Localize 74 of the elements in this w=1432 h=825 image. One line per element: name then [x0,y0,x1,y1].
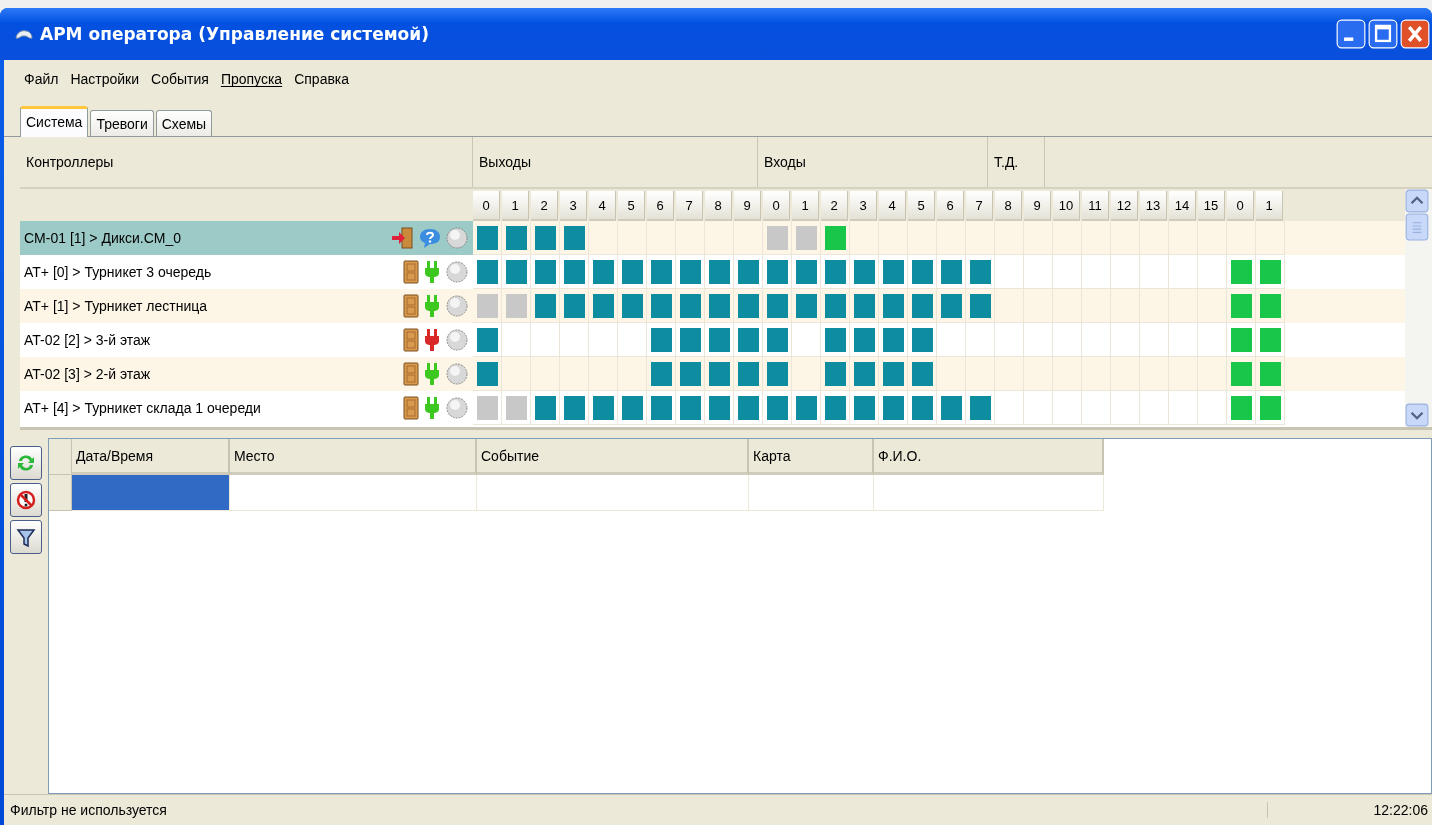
column-group-header: Выходы [473,137,758,187]
menu-item[interactable]: События [151,71,209,87]
column-group-header: Входы [758,137,988,187]
table-cell[interactable] [874,475,1104,511]
scroll-up-button[interactable] [1405,189,1429,213]
menu-item[interactable]: Настройки [70,71,140,87]
column-header: 0 [763,191,790,221]
column-header: 1 [1256,191,1283,221]
column-header: 8 [705,191,732,221]
controller-name[interactable]: AT+ [0] > Турникет 3 очередь [20,255,380,289]
column-header: 3 [850,191,877,221]
filter-button[interactable] [10,520,42,554]
tab[interactable]: Система [20,106,89,137]
column-header: 2 [821,191,848,221]
controller-name[interactable]: CM-01 [1] > Дикси.CM_0 [20,221,380,255]
column-header: 0 [1227,191,1254,221]
column-header: 8 [995,191,1022,221]
alarm-off-button[interactable] [10,483,42,517]
column-header: 11 [1082,191,1109,221]
column-header: 14 [1169,191,1196,221]
column-group-header: Контроллеры [20,137,473,187]
table-cell[interactable] [749,475,874,511]
table-cell[interactable] [230,475,477,511]
menu-item[interactable]: Пропуска [220,71,283,87]
status-lamp-icon [445,260,469,284]
column-header: 7 [966,191,993,221]
column-header: 5 [908,191,935,221]
column-header: 7 [676,191,703,221]
status-text: Фильтр не используется [9,802,168,818]
row-header [49,439,72,475]
status-lamp-icon [445,362,469,386]
window-title: АРМ оператора (Управление системой) [40,24,429,44]
menu-item[interactable]: Файл [24,71,59,87]
status-time: 12:22:06 [1267,802,1432,818]
maximize-button[interactable] [1368,19,1398,49]
column-header[interactable]: Событие [477,439,749,475]
column-header: 12 [1111,191,1138,221]
column-header: 4 [879,191,906,221]
controller-name[interactable]: AT-02 [2] > 3-й этаж [20,323,380,357]
column-header[interactable]: Место [230,439,477,475]
column-header: 1 [502,191,529,221]
scroll-down-button[interactable] [1405,403,1429,427]
column-header: 10 [1053,191,1080,221]
tab[interactable]: Схемы [155,110,213,136]
controller-name[interactable]: AT+ [4] > Турникет склада 1 очереди [20,391,380,425]
column-header: 5 [618,191,645,221]
column-header: 9 [1024,191,1051,221]
column-header: 3 [560,191,587,221]
column-header: 6 [647,191,674,221]
column-header[interactable]: Ф.И.О. [874,439,1104,475]
table-cell[interactable] [72,475,230,511]
refresh-button[interactable] [10,446,42,480]
column-header: 4 [589,191,616,221]
status-lamp-icon [445,328,469,352]
alarm-off-icon [16,488,36,512]
tab[interactable]: Тревоги [90,110,154,136]
column-header: 0 [473,191,500,221]
status-lamp-icon [445,226,469,250]
column-group-header: Т.Д. [988,137,1045,187]
column-header[interactable]: Карта [749,439,874,475]
menu-item[interactable]: Справка [294,71,350,87]
column-header: 6 [937,191,964,221]
column-header: 15 [1198,191,1225,221]
close-button[interactable] [1400,19,1430,49]
table-cell[interactable] [477,475,749,511]
scroll-thumb[interactable] [1405,213,1429,241]
minimize-button[interactable] [1336,19,1366,49]
column-header[interactable]: Дата/Время [72,439,230,475]
column-header: 13 [1140,191,1167,221]
column-header: 2 [531,191,558,221]
column-header: 9 [734,191,761,221]
column-header: 1 [792,191,819,221]
status-lamp-icon [445,294,469,318]
status-lamp-icon [445,396,469,420]
